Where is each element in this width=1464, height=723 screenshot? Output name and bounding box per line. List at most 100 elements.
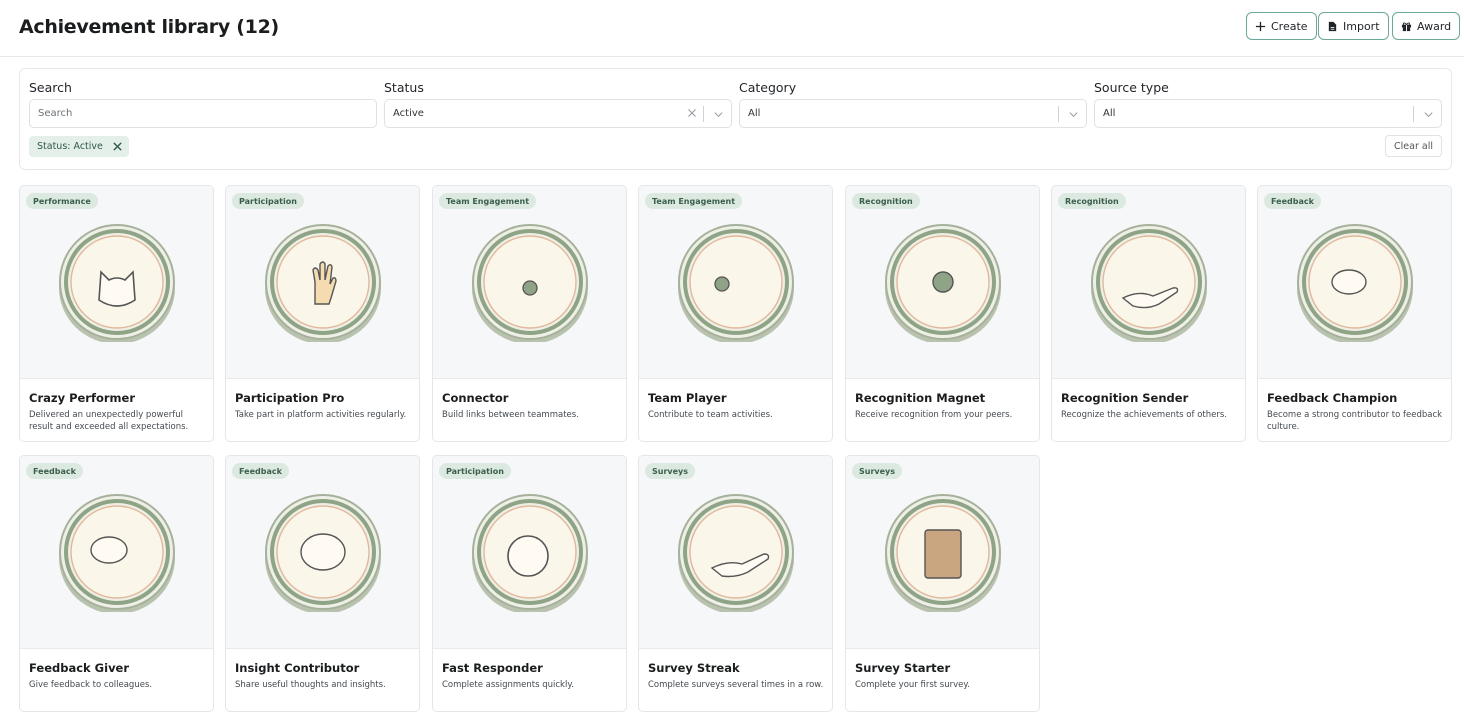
card-title: Team Player — [648, 391, 727, 405]
plus-icon — [1255, 21, 1266, 31]
card-description: Build links between teammates. — [442, 410, 579, 420]
achievement-card[interactable]: Participation Participation Pro Take par… — [225, 185, 420, 442]
achievement-card[interactable]: Participation Fast Responder Complete as… — [432, 455, 627, 712]
create-button-label: Create — [1271, 19, 1308, 33]
category-badge: Team Engagement — [439, 193, 537, 209]
import-button[interactable]: Import — [1318, 12, 1389, 40]
achievement-card[interactable]: Recognition Recognition Sender Recognize… — [1051, 185, 1246, 442]
raised-hand-icon — [265, 224, 381, 342]
status-label: Status — [384, 80, 424, 95]
card-description: Take part in platform activities regular… — [235, 410, 407, 420]
file-icon — [1328, 21, 1337, 31]
card-title: Feedback Champion — [1267, 391, 1398, 405]
gift-icon — [1401, 21, 1412, 31]
category-badge: Surveys — [852, 463, 903, 479]
chip-label: Status: Active — [37, 141, 103, 152]
search-input[interactable]: Search — [29, 99, 377, 128]
hand-sparkle-icon — [678, 494, 794, 612]
giving-hand-icon — [1091, 224, 1207, 342]
category-badge: Recognition — [1058, 193, 1126, 209]
card-description: Give feedback to colleagues. — [29, 680, 153, 690]
chevron-down-icon[interactable] — [1423, 109, 1434, 120]
card-media: Performance — [20, 186, 213, 379]
team-icon — [678, 224, 794, 342]
card-media: Surveys — [846, 456, 1039, 649]
active-filter-chip: Status: Active — [29, 136, 129, 157]
card-title: Fast Responder — [442, 661, 543, 675]
achievement-card[interactable]: Feedback Insight Contributor Share usefu… — [225, 455, 420, 712]
page-header: Achievement library (12) Create Import A… — [0, 0, 1464, 57]
card-description: Share useful thoughts and insights. — [235, 680, 386, 690]
card-description: Contribute to team activities. — [648, 410, 773, 420]
card-media: Feedback — [1258, 186, 1451, 379]
search-placeholder: Search — [38, 108, 73, 119]
card-description: Complete surveys several times in a row. — [648, 680, 824, 690]
card-title: Participation Pro — [235, 391, 345, 405]
status-value: Active — [393, 108, 424, 119]
category-label: Category — [739, 80, 797, 95]
card-title: Insight Contributor — [235, 661, 360, 675]
chevron-down-icon[interactable] — [713, 109, 724, 120]
category-badge: Feedback — [1264, 193, 1321, 209]
status-select[interactable]: Active — [384, 99, 732, 128]
card-title: Crazy Performer — [29, 391, 135, 405]
category-value: All — [748, 108, 761, 119]
category-badge: Surveys — [645, 463, 696, 479]
create-button[interactable]: Create — [1246, 12, 1317, 40]
source-type-value: All — [1103, 108, 1116, 119]
achievement-card[interactable]: Team Engagement Team Player Contribute t… — [638, 185, 833, 442]
card-media: Team Engagement — [639, 186, 832, 379]
clear-all-button[interactable]: Clear all — [1385, 135, 1442, 157]
remove-filter-icon[interactable] — [112, 141, 123, 152]
card-title: Feedback Giver — [29, 661, 130, 675]
card-title: Connector — [442, 391, 509, 405]
select-divider — [703, 106, 704, 122]
achievement-card[interactable]: Recognition Recognition Magnet Receive r… — [845, 185, 1040, 442]
card-media: Participation — [226, 186, 419, 379]
category-select[interactable]: All — [739, 99, 1087, 128]
chevron-down-icon[interactable] — [1068, 109, 1079, 120]
category-badge: Team Engagement — [645, 193, 743, 209]
chat-laurel-icon — [1297, 224, 1413, 342]
card-title: Recognition Sender — [1061, 391, 1189, 405]
lightbulb-bubble-icon — [265, 494, 381, 612]
card-media: Participation — [433, 456, 626, 649]
card-description: Receive recognition from your peers. — [855, 410, 1013, 420]
select-divider — [1413, 106, 1414, 122]
category-badge: Feedback — [26, 463, 83, 479]
card-media: Feedback — [226, 456, 419, 649]
card-title: Survey Streak — [648, 661, 740, 675]
card-media: Recognition — [846, 186, 1039, 379]
search-label: Search — [29, 80, 72, 95]
stopwatch-icon — [472, 494, 588, 612]
category-badge: Participation — [439, 463, 511, 479]
achievement-card[interactable]: Team Engagement Connector Build links be… — [432, 185, 627, 442]
achievement-card[interactable]: Performance Crazy Performer Delivered an… — [19, 185, 214, 442]
category-badge: Performance — [26, 193, 98, 209]
card-description: Delivered an unexpectedly powerful resul… — [29, 410, 189, 432]
achievement-card[interactable]: Surveys Survey Streak Complete surveys s… — [638, 455, 833, 712]
source-type-select[interactable]: All — [1094, 99, 1442, 128]
category-badge: Recognition — [852, 193, 920, 209]
card-description: Complete your first survey. — [855, 680, 970, 690]
card-description: Become a strong contributor to feedback … — [1267, 410, 1443, 432]
card-title: Survey Starter — [855, 661, 951, 675]
chat-bubbles-icon — [59, 494, 175, 612]
award-button[interactable]: Award — [1392, 12, 1461, 40]
card-description: Complete assignments quickly. — [442, 680, 574, 690]
import-button-label: Import — [1343, 19, 1380, 33]
clear-icon[interactable] — [686, 107, 698, 119]
achievement-card[interactable]: Feedback Feedback Champion Become a stro… — [1257, 185, 1452, 442]
card-media: Feedback — [20, 456, 213, 649]
card-media: Surveys — [639, 456, 832, 649]
clipboard-icon — [885, 494, 1001, 612]
card-media: Recognition — [1052, 186, 1245, 379]
card-description: Recognize the achievements of others. — [1061, 410, 1227, 420]
card-title: Recognition Magnet — [855, 391, 986, 405]
category-badge: Participation — [232, 193, 304, 209]
source-type-label: Source type — [1094, 80, 1169, 95]
achievement-card[interactable]: Surveys Survey Starter Complete your fir… — [845, 455, 1040, 712]
award-button-label: Award — [1417, 19, 1452, 33]
achievement-card[interactable]: Feedback Feedback Giver Give feedback to… — [19, 455, 214, 712]
category-badge: Feedback — [232, 463, 289, 479]
